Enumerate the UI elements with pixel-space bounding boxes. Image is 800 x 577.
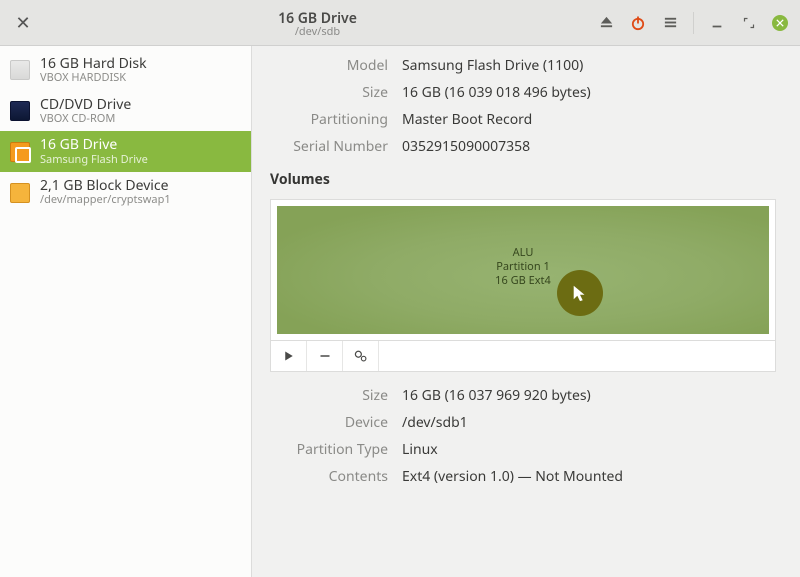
usb-icon [10,142,30,162]
power-off-button[interactable] [629,14,647,32]
mount-button[interactable] [271,341,307,371]
minimize-icon [710,16,724,30]
header-tools [597,12,792,34]
sidebar-item-hard-disk[interactable]: 16 GB Hard Disk VBOX HARDDISK [0,50,251,91]
sidebar-item-cd-dvd[interactable]: CD/DVD Drive VBOX CD-ROM [0,91,251,132]
hdd-icon [10,60,30,80]
label-serial: Serial Number [270,137,388,156]
label-vol-ptype: Partition Type [270,440,388,459]
cursor-icon [571,284,589,302]
sidebar-item-block-device[interactable]: 2,1 GB Block Device /dev/mapper/cryptswa… [0,172,251,213]
minus-icon [319,350,331,362]
partition-number: Partition 1 [495,260,551,274]
delete-partition-button[interactable] [307,341,343,371]
eject-button[interactable] [597,14,615,32]
partition-block[interactable]: ALU Partition 1 16 GB Ext4 [277,206,769,334]
hamburger-icon [663,15,678,30]
label-partitioning: Partitioning [270,110,388,129]
sidebar-item-text: 16 GB Hard Disk VBOX HARDDISK [40,56,147,85]
sidebar-item-detail: VBOX HARDDISK [40,72,147,85]
window-title-block: 16 GB Drive /dev/sdb [38,7,597,38]
partition-fs: 16 GB Ext4 [495,274,551,288]
header-bar: ✕ 16 GB Drive /dev/sdb [0,0,800,46]
volumes-heading: Volumes [270,170,776,189]
sidebar-item-detail: /dev/mapper/cryptswap1 [40,194,171,207]
volume-toolbar [271,340,775,371]
value-model: Samsung Flash Drive (1100) [402,56,776,75]
value-vol-ptype: Linux [402,440,776,459]
power-icon [630,15,646,31]
window-maximize[interactable] [740,14,758,32]
block-device-icon [10,183,30,203]
menu-button[interactable] [661,14,679,32]
partition-options-button[interactable] [343,341,379,371]
maximize-icon [743,17,755,29]
value-vol-device: /dev/sdb1 [402,413,776,432]
main-pane: Model Samsung Flash Drive (1100) Size 16… [252,46,800,577]
label-vol-contents: Contents [270,467,388,486]
sidebar-item-usb-drive[interactable]: 16 GB Drive Samsung Flash Drive [0,131,251,172]
value-vol-contents: Ext4 (version 1.0) — Not Mounted [402,467,776,486]
sidebar-item-detail: Samsung Flash Drive [40,154,148,167]
gears-icon [354,349,368,363]
play-icon [283,350,295,362]
value-serial: 0352915090007358 [402,137,776,156]
sidebar-item-text: CD/DVD Drive VBOX CD-ROM [40,97,131,126]
value-size: 16 GB (16 039 018 496 bytes) [402,83,776,102]
disc-icon [10,101,30,121]
label-vol-size: Size [270,386,388,405]
partition-label: ALU Partition 1 16 GB Ext4 [495,246,551,287]
header-separator [693,12,694,34]
value-partitioning: Master Boot Record [402,110,776,129]
cursor-highlight [557,270,603,316]
volumes-box: ALU Partition 1 16 GB Ext4 [270,199,776,372]
sidebar-item-text: 16 GB Drive Samsung Flash Drive [40,137,148,166]
close-icon [776,19,784,27]
partition-name: ALU [495,246,551,260]
eject-icon [599,15,614,30]
window-minimize[interactable] [708,14,726,32]
window-subtitle: /dev/sdb [38,26,597,38]
sidebar-item-text: 2,1 GB Block Device /dev/mapper/cryptswa… [40,178,171,207]
close-button[interactable]: ✕ [8,11,38,35]
drive-info: Model Samsung Flash Drive (1100) Size 16… [270,56,776,156]
volume-info: Size 16 GB (16 037 969 920 bytes) Device… [270,386,776,486]
value-vol-size: 16 GB (16 037 969 920 bytes) [402,386,776,405]
window-close[interactable] [772,15,788,31]
device-sidebar: 16 GB Hard Disk VBOX HARDDISK CD/DVD Dri… [0,46,252,577]
label-model: Model [270,56,388,75]
label-size: Size [270,83,388,102]
sidebar-item-detail: VBOX CD-ROM [40,113,131,126]
label-vol-device: Device [270,413,388,432]
